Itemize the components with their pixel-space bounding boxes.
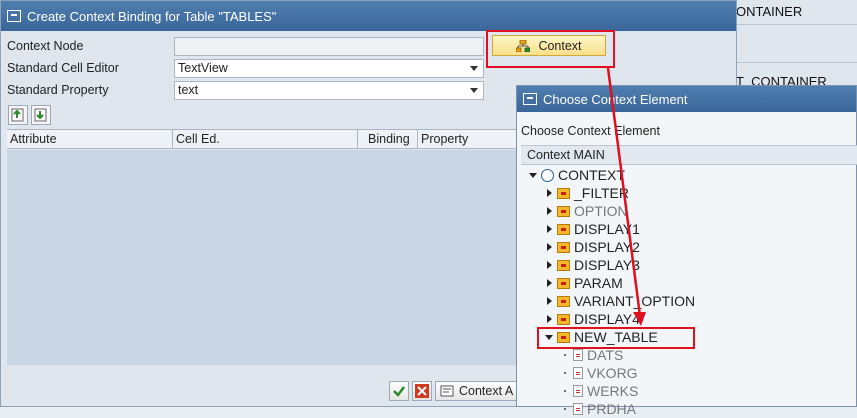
annotation-arrow xyxy=(606,67,646,326)
